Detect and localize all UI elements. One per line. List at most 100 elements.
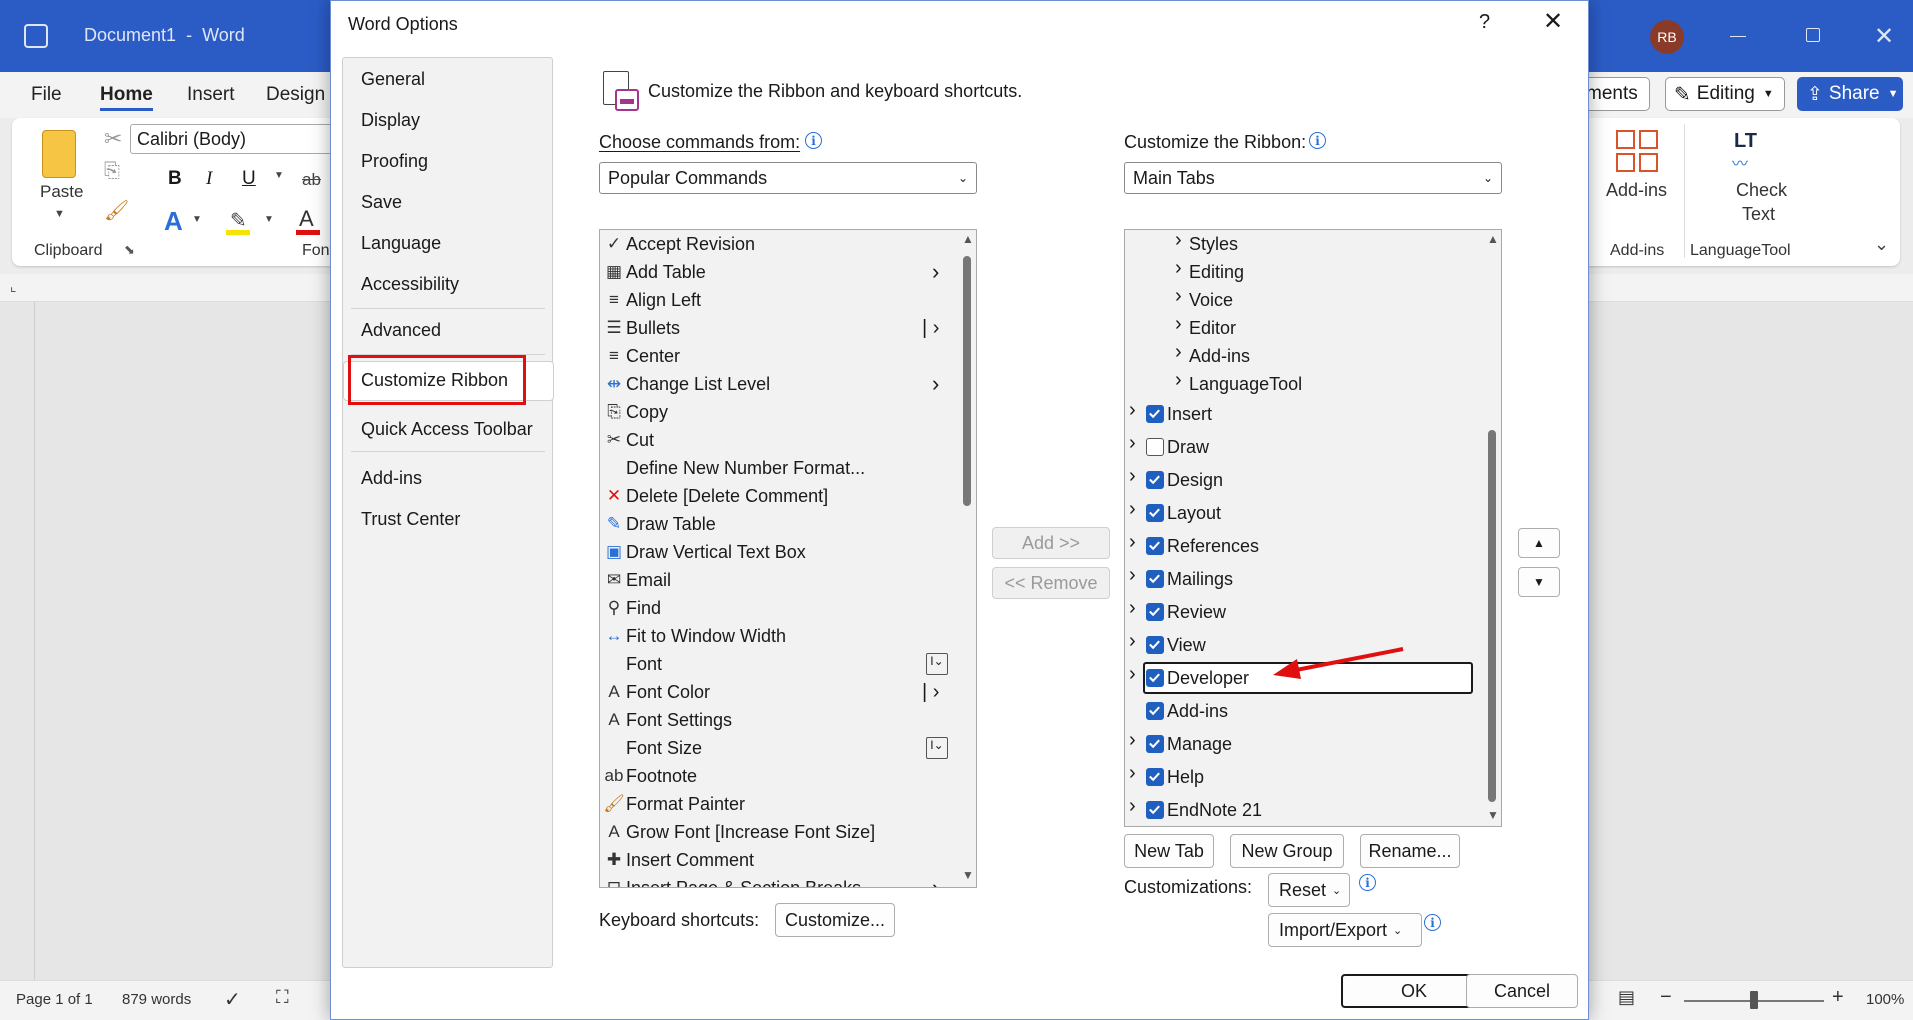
nav-display[interactable]: Display [361,110,420,131]
tab-checkbox[interactable] [1146,669,1164,687]
strikethrough-button[interactable]: ab [302,170,321,190]
tab-checkbox[interactable] [1146,438,1164,456]
ribbon-group-item[interactable]: › Editor [1125,313,1501,342]
highlight-icon[interactable]: ✎ [226,208,252,236]
import-export-button[interactable]: Import/Export ⌄ [1268,913,1422,947]
expand-chevron-icon[interactable]: › [1175,285,1182,308]
nav-advanced[interactable]: Advanced [361,320,441,341]
zoom-level[interactable]: 100% [1866,991,1904,1008]
command-list-item[interactable]: Font I⌄ [600,650,976,678]
command-list-item[interactable]: ☰ Bullets | › [600,314,976,342]
share-button[interactable]: ⇪ Share ▼ [1797,77,1903,111]
minimize-icon[interactable] [1730,36,1746,37]
expand-chevron-icon[interactable]: › [1129,597,1136,620]
ribbon-group-item[interactable]: › LanguageTool [1125,369,1501,398]
command-list-item[interactable]: ↔ Fit to Window Width [600,622,976,650]
ribbon-tabs-tree[interactable]: › Styles › Editing › Voice › Editor › Add-ins › Lan… [1124,229,1502,827]
scroll-up-icon[interactable]: ▲ [1487,232,1499,246]
expand-chevron-icon[interactable]: › [1175,369,1182,392]
tab-design[interactable]: Design [266,84,325,106]
expand-chevron-icon[interactable]: › [1175,313,1182,336]
tab-insert[interactable]: Insert [187,84,235,106]
tab-checkbox[interactable] [1146,603,1164,621]
chevron-down-icon[interactable]: ▼ [54,208,65,220]
expand-chevron-icon[interactable]: › [1129,762,1136,785]
add-button[interactable]: Add >> [992,527,1110,559]
tab-checkbox[interactable] [1146,768,1164,786]
bold-button[interactable]: B [168,168,182,190]
command-list-item[interactable]: ▣ Draw Vertical Text Box [600,538,976,566]
info-icon[interactable]: i [1359,874,1376,891]
command-list-item[interactable]: ▦ Add Table › [600,258,976,286]
reset-button[interactable]: Reset ⌄ [1268,873,1350,907]
command-list-item[interactable]: ✕ Delete [Delete Comment] [600,482,976,510]
expand-chevron-icon[interactable]: › [1129,498,1136,521]
tab-checkbox[interactable] [1146,405,1164,423]
expand-chevron-icon[interactable]: › [1129,795,1136,818]
command-list-item[interactable]: A Grow Font [Increase Font Size] [600,818,976,846]
ribbon-tab-item[interactable]: › Review [1125,597,1501,626]
tab-file[interactable]: File [31,84,62,106]
expand-chevron-icon[interactable]: › [1129,630,1136,653]
zoom-slider-thumb[interactable] [1750,991,1758,1009]
check-text-label-2[interactable]: Text [1742,204,1775,225]
collapse-ribbon-icon[interactable]: ⌄ [1874,234,1889,255]
move-down-button[interactable]: ▼ [1518,567,1560,597]
ribbon-group-item[interactable]: › Editing [1125,257,1501,286]
nav-general[interactable]: General [361,69,425,90]
page-count[interactable]: Page 1 of 1 [16,991,93,1008]
expand-chevron-icon[interactable]: › [1129,465,1136,488]
ribbon-tab-item[interactable]: › Insert [1125,399,1501,428]
ribbon-tab-item[interactable]: › References [1125,531,1501,560]
ribbon-tab-item[interactable]: › Draw [1125,432,1501,461]
nav-addins[interactable]: Add-ins [361,468,422,489]
command-list-item[interactable]: Font Size I⌄ [600,734,976,762]
ribbon-tab-item[interactable]: › EndNote 21 [1125,795,1501,824]
info-icon[interactable]: i [805,132,822,149]
scroll-up-icon[interactable]: ▲ [962,232,974,246]
expand-chevron-icon[interactable]: › [1129,531,1136,554]
tab-checkbox[interactable] [1146,570,1164,588]
expand-chevron-icon[interactable]: › [1175,341,1182,364]
ribbon-tab-item[interactable]: Add-ins [1125,697,1501,725]
command-list-item[interactable]: ✎ Draw Table [600,510,976,538]
command-list-item[interactable]: ⚲ Find [600,594,976,622]
zoom-out-icon[interactable]: − [1660,986,1672,1009]
dialog-launcher-icon[interactable]: ⬊ [124,242,135,258]
expand-chevron-icon[interactable]: › [1129,663,1136,686]
tab-checkbox[interactable] [1146,801,1164,819]
tab-checkbox[interactable] [1146,735,1164,753]
ribbon-tab-item[interactable]: › Design [1125,465,1501,494]
nav-save[interactable]: Save [361,192,402,213]
tab-checkbox[interactable] [1146,702,1164,720]
command-list-item[interactable]: ⊟ Insert Page & Section Breaks › [600,874,976,887]
editing-button[interactable]: ✎ Editing ▼ [1665,77,1785,111]
chevron-down-icon[interactable]: ▼ [274,170,284,181]
paste-icon[interactable] [42,130,76,178]
nav-language[interactable]: Language [361,233,441,254]
command-list-item[interactable]: A Font Color | › [600,678,976,706]
command-list-item[interactable]: ✓ Accept Revision [600,230,976,258]
chevron-down-icon[interactable]: ▼ [192,214,202,225]
tab-stop-icon[interactable]: ⌞ [10,278,17,295]
cut-icon[interactable]: ✂ [104,126,122,152]
nav-quick-access-toolbar[interactable]: Quick Access Toolbar [361,419,533,440]
ribbon-tab-item[interactable]: › Manage [1125,729,1501,758]
move-up-button[interactable]: ▲ [1518,528,1560,558]
ribbon-group-item[interactable]: › Voice [1125,285,1501,314]
command-list-item[interactable]: ⎘ Copy [600,398,976,426]
copy-icon[interactable]: ⎘ [104,160,120,183]
tabs-scrollbar[interactable]: ▲ ▼ [1483,230,1501,826]
command-list-item[interactable]: ⇹ Change List Level › [600,370,976,398]
window-close-icon[interactable]: ✕ [1874,22,1894,51]
zoom-in-icon[interactable]: + [1832,986,1844,1009]
ribbon-group-item[interactable]: › Add-ins [1125,341,1501,370]
italic-button[interactable]: I [206,168,212,190]
expand-chevron-icon[interactable]: › [1129,564,1136,587]
info-icon[interactable]: i [1424,914,1441,931]
chevron-down-icon[interactable]: ▼ [264,214,274,225]
ribbon-tab-item[interactable]: › Help [1125,762,1501,791]
proofing-icon[interactable]: ✓ [224,987,241,1012]
command-list-item[interactable]: 🖌 Format Painter [600,790,976,818]
commands-scrollbar[interactable]: ▲ ▼ [958,230,976,887]
